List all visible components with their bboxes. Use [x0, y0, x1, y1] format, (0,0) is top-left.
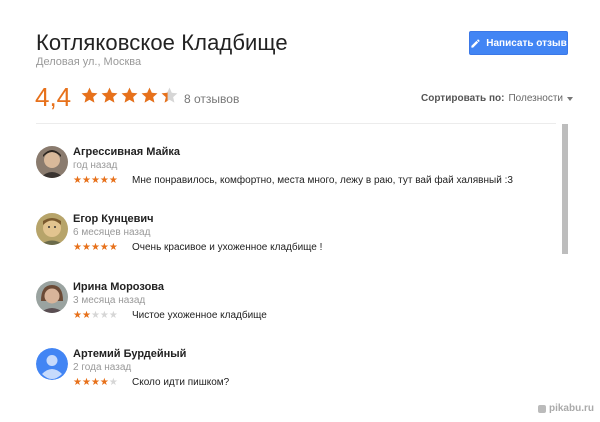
review-item: Агрессивная Майка год назад ★ ★ ★ ★ ★ Мне по… [36, 146, 546, 202]
sort-label: Сортировать по: [421, 93, 505, 104]
star-filled-icon: ★ [81, 310, 91, 321]
reviewer-name[interactable]: Ирина Морозова [73, 281, 164, 293]
review-item: Ирина Морозова 3 месяца назад ★ ★ ★ ★ ★ Чист… [36, 281, 546, 337]
star-filled-icon: ★ [90, 242, 100, 253]
avatar[interactable] [36, 348, 68, 380]
user-photo [36, 213, 68, 245]
reviewer-name[interactable]: Агрессивная Майка [73, 146, 180, 158]
scrollbar[interactable] [562, 124, 568, 254]
review-item: Егор Кунцевич 6 месяцев назад ★ ★ ★ ★ ★ Очен… [36, 213, 546, 269]
star-filled-icon: ★ [81, 377, 91, 388]
star-filled-icon: ★ [90, 377, 100, 388]
star-filled-icon [121, 87, 138, 103]
chevron-down-icon [567, 96, 573, 101]
review-count[interactable]: 8 отзывов [184, 92, 239, 106]
rating-value: 4,4 [35, 82, 72, 112]
star-filled-icon: ★ [108, 242, 118, 253]
review-time: год назад [73, 160, 118, 171]
star-filled-icon: ★ [99, 175, 109, 186]
review-stars: ★ ★ ★ ★ ★ [73, 311, 118, 321]
star-filled-icon: ★ [73, 377, 82, 388]
review-stars: ★ ★ ★ ★ ★ [73, 243, 118, 253]
star-empty-icon: ★ [108, 377, 118, 388]
watermark-text: pikabu.ru [548, 403, 594, 414]
review-text: Мне понравилось, комфортно, места много,… [132, 175, 513, 186]
review-text: Чистое ухоженное кладбище [132, 310, 267, 321]
star-filled-icon: ★ [73, 242, 82, 253]
divider [36, 123, 556, 124]
rating-stars [80, 86, 179, 105]
write-review-button[interactable]: Написать отзыв [469, 31, 568, 55]
star-filled-icon: ★ [81, 175, 91, 186]
review-stars: ★ ★ ★ ★ ★ [73, 378, 118, 388]
review-item: Артемий Бурдейный 2 года назад ★ ★ ★ ★ ★ Ско… [36, 348, 546, 404]
star-filled-icon [141, 87, 158, 103]
review-time: 6 месяцев назад [73, 227, 151, 238]
watermark: pikabu.ru [537, 403, 594, 414]
star-filled-icon: ★ [108, 175, 118, 186]
star-half-icon [161, 87, 178, 103]
star-empty-icon: ★ [99, 310, 109, 321]
default-avatar-icon [36, 348, 68, 380]
review-stars: ★ ★ ★ ★ ★ [73, 176, 118, 186]
pikabu-logo-icon [537, 404, 546, 413]
user-photo [36, 281, 68, 313]
pencil-icon [471, 38, 480, 48]
star-filled-icon [101, 87, 118, 103]
star-filled-icon: ★ [73, 175, 82, 186]
avatar[interactable] [36, 213, 68, 245]
avatar[interactable] [36, 281, 68, 313]
review-text: Сколо идти пишком? [132, 377, 230, 388]
sort-dropdown[interactable]: Полезности [508, 93, 563, 104]
review-text: Очень красивое и ухоженное кладбище ! [132, 242, 323, 253]
star-filled-icon [81, 87, 98, 103]
user-photo [36, 146, 68, 178]
sort-control[interactable]: Сортировать по: Полезности [421, 93, 573, 104]
star-empty-icon: ★ [108, 310, 118, 321]
reviewer-name[interactable]: Артемий Бурдейный [73, 348, 186, 360]
star-empty-icon: ★ [90, 310, 100, 321]
place-title: Котляковское Кладбище [36, 30, 288, 55]
review-time: 3 месяца назад [73, 295, 146, 306]
star-filled-icon: ★ [99, 377, 109, 388]
place-address: Деловая ул., Москва [36, 56, 142, 68]
write-review-label: Написать отзыв [486, 37, 567, 49]
star-filled-icon: ★ [90, 175, 100, 186]
star-filled-icon: ★ [73, 310, 82, 321]
star-filled-icon: ★ [81, 242, 91, 253]
review-time: 2 года назад [73, 362, 132, 373]
star-filled-icon: ★ [99, 242, 109, 253]
avatar[interactable] [36, 146, 68, 178]
reviewer-name[interactable]: Егор Кунцевич [73, 213, 154, 225]
